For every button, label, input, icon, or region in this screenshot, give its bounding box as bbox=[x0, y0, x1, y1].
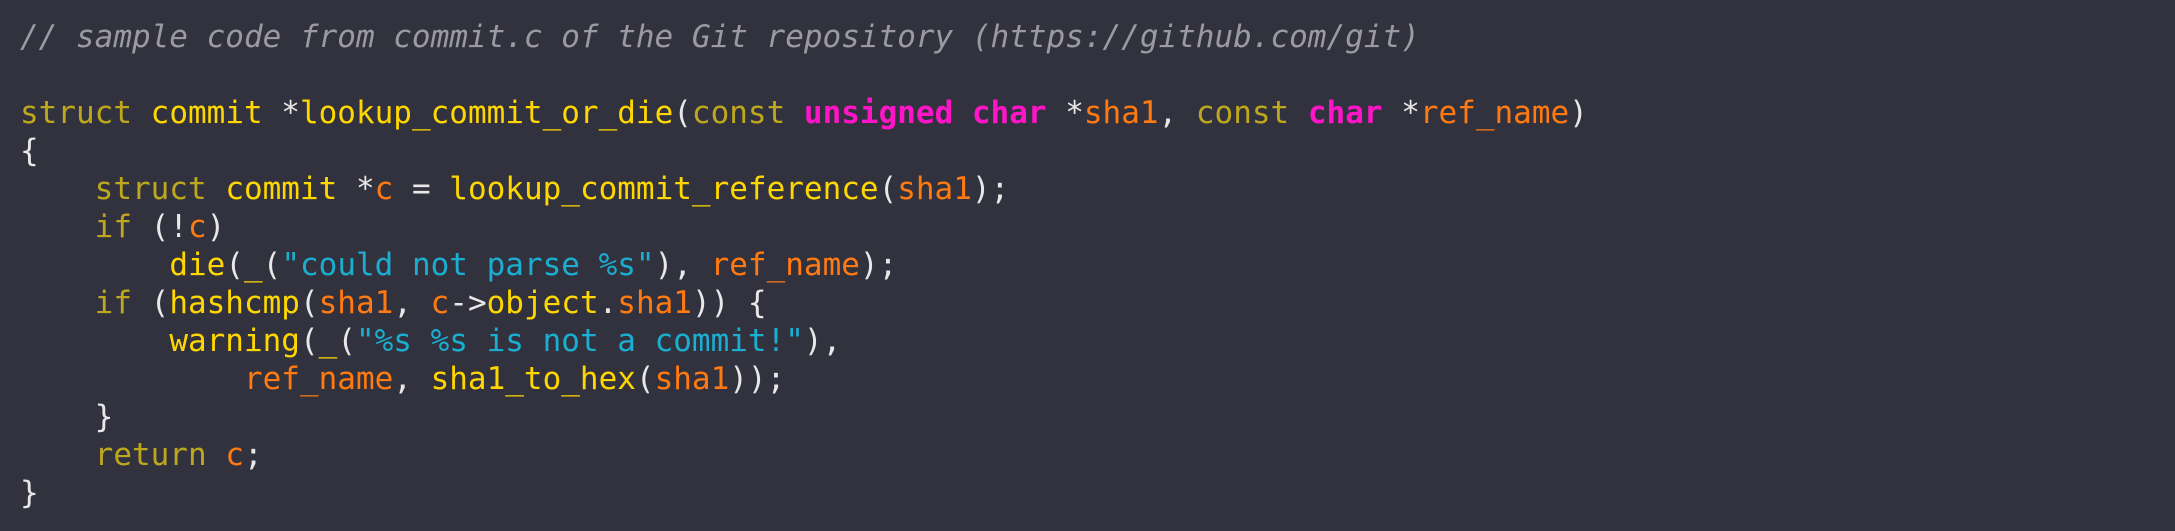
code-token-punct: } bbox=[20, 399, 114, 435]
code-token-punct bbox=[132, 95, 151, 131]
code-token-func: lookup_commit_or_die bbox=[299, 95, 674, 131]
code-token-punct: -> bbox=[449, 285, 487, 321]
code-token-ident: sha1 bbox=[897, 171, 972, 207]
code-token-string: "could not parse %s" bbox=[281, 247, 655, 283]
code-token-punct: ); bbox=[859, 247, 898, 283]
code-line: } bbox=[20, 398, 1588, 436]
code-token-keyword: const bbox=[1195, 95, 1290, 131]
code-token-punct: * bbox=[337, 171, 375, 207]
code-token-type: unsigned char bbox=[803, 95, 1047, 131]
code-token-func: hashcmp bbox=[169, 285, 300, 321]
code-token-punct: , bbox=[1158, 95, 1196, 131]
code-token-punct bbox=[20, 247, 169, 283]
code-token-punct: ( bbox=[299, 323, 319, 359]
code-line: warning(_("%s %s is not a commit!"), bbox=[20, 322, 1588, 360]
code-token-ident: sha1 bbox=[654, 361, 730, 397]
code-token-keyword: return bbox=[94, 437, 207, 473]
code-token-punct bbox=[207, 171, 226, 207]
code-token-punct bbox=[20, 323, 169, 359]
code-token-type: char bbox=[1307, 95, 1383, 131]
code-line: struct commit *lookup_commit_or_die(cons… bbox=[20, 94, 1588, 132]
code-token-punct: ) bbox=[206, 209, 226, 245]
code-token-punct bbox=[20, 171, 95, 207]
code-line: struct commit *c = lookup_commit_referen… bbox=[20, 170, 1588, 208]
code-token-keyword: const bbox=[691, 95, 786, 131]
code-token-punct: ( bbox=[262, 247, 282, 283]
code-token-ident: c bbox=[374, 171, 394, 207]
code-token-ident: ref_name bbox=[1419, 95, 1570, 131]
code-token-ident: ref_name bbox=[243, 361, 394, 397]
code-line: die(_("could not parse %s"), ref_name); bbox=[20, 246, 1588, 284]
code-editor[interactable]: // sample code from commit.c of the Git … bbox=[20, 18, 1588, 512]
code-token-keyword: if bbox=[94, 209, 132, 245]
code-line: // sample code from commit.c of the Git … bbox=[20, 18, 1588, 56]
code-token-func: _ bbox=[318, 323, 338, 359]
code-token-ident: ref_name bbox=[710, 247, 860, 283]
code-token-punct: , bbox=[393, 361, 431, 397]
code-token-punct: ( bbox=[673, 95, 692, 131]
code-token-punct: )); bbox=[729, 361, 786, 397]
code-line: } bbox=[20, 474, 1588, 512]
code-token-punct bbox=[20, 361, 244, 397]
code-token-punct: * bbox=[262, 95, 300, 131]
code-token-punct bbox=[785, 95, 804, 131]
code-token-punct bbox=[20, 285, 95, 321]
code-token-punct: ( bbox=[131, 285, 170, 321]
code-token-punct: ( bbox=[878, 171, 898, 207]
code-token-punct: { bbox=[20, 133, 39, 169]
code-token-punct: ), bbox=[803, 323, 842, 359]
code-token-punct: ( bbox=[635, 361, 655, 397]
code-token-string: "%s %s is not a commit!" bbox=[355, 323, 804, 359]
code-token-punct: . bbox=[598, 285, 618, 321]
code-token-punct: = bbox=[393, 171, 450, 207]
code-token-func: object bbox=[486, 285, 599, 321]
code-line: if (!c) bbox=[20, 208, 1588, 246]
code-token-func: commit bbox=[150, 95, 263, 131]
code-line: { bbox=[20, 132, 1588, 170]
code-token-punct: )) { bbox=[691, 285, 767, 321]
code-token-ident: c bbox=[430, 285, 450, 321]
code-token-func: lookup_commit_reference bbox=[449, 171, 879, 207]
code-token-func: die bbox=[169, 247, 226, 283]
code-token-punct: , bbox=[393, 285, 431, 321]
code-token-func: warning bbox=[169, 323, 300, 359]
code-token-punct: } bbox=[20, 475, 39, 511]
code-token-ident: sha1 bbox=[318, 285, 394, 321]
code-token-punct: (! bbox=[131, 209, 188, 245]
code-token-punct bbox=[207, 437, 226, 473]
code-token-ident: c bbox=[187, 209, 207, 245]
code-token-punct bbox=[1289, 95, 1308, 131]
code-token-punct bbox=[20, 209, 95, 245]
code-token-punct: ) bbox=[1569, 95, 1588, 131]
code-token-punct: ; bbox=[243, 437, 263, 473]
code-token-ident: sha1 bbox=[1083, 95, 1159, 131]
code-token-func: sha1_to_hex bbox=[430, 361, 636, 397]
code-token-ident: sha1 bbox=[617, 285, 692, 321]
code-token-punct: ), bbox=[654, 247, 711, 283]
code-token-punct bbox=[20, 437, 95, 473]
code-line: if (hashcmp(sha1, c->object.sha1)) { bbox=[20, 284, 1588, 322]
code-token-comment: // sample code from commit.c of the Git … bbox=[20, 19, 1420, 55]
code-token-keyword: struct bbox=[94, 171, 207, 207]
code-token-keyword: struct bbox=[20, 95, 132, 131]
code-token-punct: ( bbox=[299, 285, 319, 321]
code-token-func: commit bbox=[225, 171, 338, 207]
code-token-ident: c bbox=[225, 437, 244, 473]
code-line: ref_name, sha1_to_hex(sha1)); bbox=[20, 360, 1588, 398]
code-token-punct: ); bbox=[971, 171, 1010, 207]
code-token-punct: * bbox=[1046, 95, 1084, 131]
code-line: return c; bbox=[20, 436, 1588, 474]
code-token-func: _ bbox=[243, 247, 263, 283]
code-token-punct: * bbox=[1382, 95, 1420, 131]
code-token-keyword: if bbox=[94, 285, 132, 321]
code-token-punct: ( bbox=[225, 247, 244, 283]
code-token-punct: ( bbox=[337, 323, 356, 359]
